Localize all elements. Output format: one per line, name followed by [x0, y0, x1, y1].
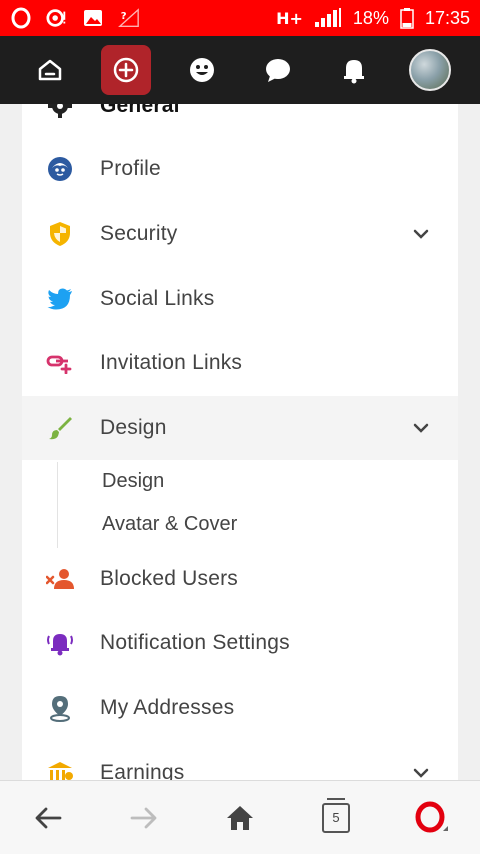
network-type: H+	[276, 8, 303, 28]
submenu-item-design[interactable]: Design	[102, 470, 164, 493]
menu-item-profile[interactable]: Profile	[22, 137, 458, 201]
bell-icon	[344, 60, 364, 84]
home-icon	[227, 805, 253, 830]
menu-label-earnings: Earnings	[100, 761, 185, 780]
no-signal-icon: ?	[118, 7, 140, 29]
menu-label-profile: Profile	[100, 157, 161, 180]
back-button[interactable]	[24, 794, 72, 842]
brush-icon	[46, 414, 74, 442]
signal-icon	[313, 7, 343, 29]
battery-icon	[399, 7, 415, 29]
menu-label-my-addresses: My Addresses	[100, 696, 235, 719]
menu-item-earnings[interactable]: Earnings	[22, 741, 458, 780]
status-bar: ? H+ 18% 17:35	[0, 0, 480, 36]
profile-menu-button[interactable]	[405, 45, 455, 95]
battery-percent: 18%	[352, 7, 389, 28]
menu-label-design: Design	[100, 416, 167, 439]
menu-label-notification-settings: Notification Settings	[100, 631, 290, 654]
shield-icon	[46, 220, 74, 248]
menu-item-social-links[interactable]: Social Links	[22, 267, 458, 331]
opera-notification-icon	[10, 7, 32, 29]
opera-news-icon	[46, 7, 68, 29]
menu-item-my-addresses[interactable]: My Addresses	[22, 676, 458, 740]
menu-item-notification-settings[interactable]: Notification Settings	[22, 611, 458, 675]
menu-item-blocked-users[interactable]: Blocked Users	[22, 547, 458, 611]
image-icon	[82, 7, 104, 29]
tab-count: 5	[322, 797, 350, 833]
app-header	[0, 36, 480, 104]
chevron-down-icon[interactable]	[412, 419, 430, 437]
twitter-icon	[46, 285, 74, 313]
menu-item-general[interactable]: General	[22, 104, 458, 138]
submenu-item-avatar-cover[interactable]: Avatar & Cover	[102, 513, 237, 536]
status-right: H+ 18% 17:35	[276, 7, 470, 29]
reactions-button[interactable]	[177, 45, 227, 95]
forward-button[interactable]	[120, 794, 168, 842]
status-left: ?	[10, 7, 140, 29]
link-add-icon	[46, 349, 74, 377]
chevron-down-icon[interactable]	[412, 764, 430, 780]
location-icon	[46, 694, 74, 722]
menu-item-security[interactable]: Security	[22, 202, 458, 266]
notifications-button[interactable]	[329, 45, 379, 95]
messages-button[interactable]	[253, 45, 303, 95]
bank-icon	[46, 759, 74, 780]
menu-label-general: General	[100, 104, 180, 117]
opera-menu-button[interactable]	[408, 794, 456, 842]
home-page-button[interactable]	[216, 794, 264, 842]
home-button[interactable]	[25, 45, 75, 95]
settings-menu: General Profile Security Social Links In…	[22, 104, 458, 780]
create-button[interactable]	[101, 45, 151, 95]
browser-bottom-bar: 5	[0, 780, 480, 854]
menu-item-invitation-links[interactable]: Invitation Links	[22, 331, 458, 395]
menu-label-invitation-links: Invitation Links	[100, 351, 243, 374]
arrow-left-icon	[35, 807, 62, 828]
menu-label-security: Security	[100, 222, 178, 245]
menu-item-design[interactable]: Design	[22, 396, 458, 460]
arrow-right-icon	[130, 807, 157, 828]
smiley-icon	[190, 58, 214, 82]
home-icon	[38, 59, 62, 81]
add-icon	[113, 57, 139, 83]
chevron-down-icon[interactable]	[412, 225, 430, 243]
blocked-user-icon	[46, 565, 74, 593]
opera-logo-icon	[415, 801, 448, 832]
profile-icon	[46, 155, 74, 183]
chat-icon	[266, 59, 290, 82]
avatar	[409, 49, 451, 91]
tabs-button[interactable]: 5	[312, 794, 360, 842]
bell-icon	[46, 629, 74, 657]
submenu-divider	[57, 462, 58, 548]
gear-icon	[46, 104, 74, 120]
menu-label-social-links: Social Links	[100, 287, 215, 310]
clock: 17:35	[424, 7, 470, 28]
menu-label-blocked-users: Blocked Users	[100, 567, 238, 590]
svg-text:?: ?	[121, 11, 127, 22]
